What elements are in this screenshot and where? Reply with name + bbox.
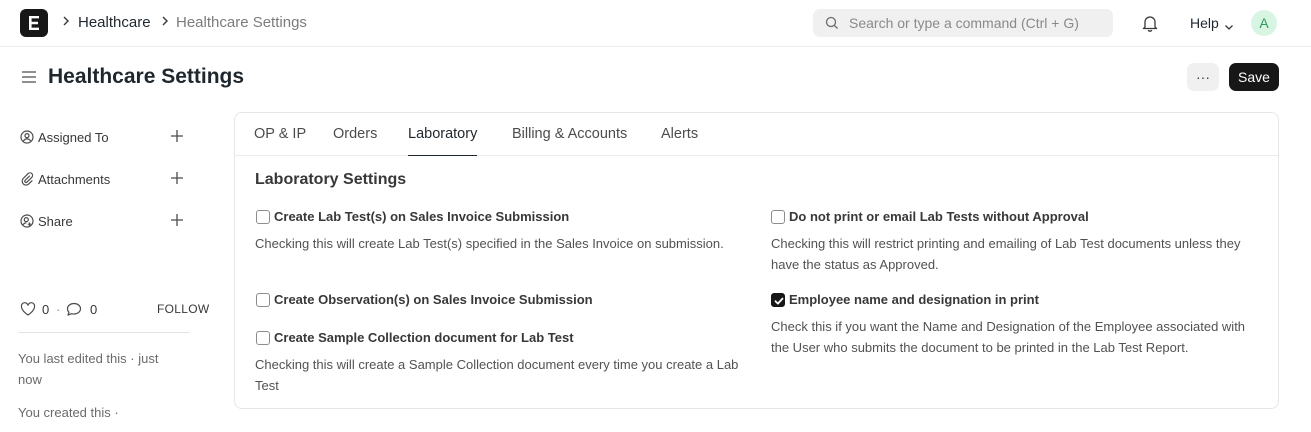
create-sample-collection-label: Create Sample Collection document for La… (274, 330, 574, 345)
tab-orders[interactable]: Orders (333, 126, 377, 156)
sidebar-item-attachments[interactable]: Attachments (20, 169, 190, 191)
sidebar-toggle-icon[interactable] (21, 70, 37, 87)
user-check-icon (20, 130, 34, 147)
comment-icon[interactable] (66, 302, 82, 319)
likes-comments-bar: 0 · 0 FOLLOW (20, 299, 209, 319)
sidebar-item-share[interactable]: Share (20, 211, 190, 233)
bell-icon[interactable] (1142, 14, 1158, 35)
create-observations-checkbox[interactable] (256, 293, 270, 307)
create-sample-collection-checkbox[interactable] (256, 331, 270, 345)
created-note: You created this · (18, 405, 119, 420)
last-edited-note: You last edited this · just now (18, 351, 159, 387)
employee-designation-checkbox-row[interactable]: Employee name and designation in print (771, 292, 1251, 310)
add-assignment-icon[interactable] (170, 129, 184, 146)
create-lab-tests-label: Create Lab Test(s) on Sales Invoice Subm… (274, 209, 570, 224)
create-observations-checkbox-row[interactable]: Create Observation(s) on Sales Invoice S… (256, 292, 736, 310)
paperclip-icon (20, 172, 34, 189)
chevron-down-icon[interactable] (1224, 19, 1234, 34)
page-title: Healthcare Settings (48, 65, 245, 88)
no-print-without-approval-description: Checking this will restrict printing and… (771, 236, 1241, 272)
save-button[interactable]: Save (1229, 63, 1279, 91)
sidebar-item-label: Attachments (38, 172, 111, 187)
create-sample-collection-description: Checking this will create a Sample Colle… (255, 357, 739, 393)
likes-count: 0 (42, 302, 50, 317)
comments-count: 0 (90, 302, 98, 317)
sidebar-item-label: Share (38, 214, 73, 229)
employee-designation-description: Check this if you want the Name and Desi… (771, 319, 1246, 355)
avatar[interactable]: A (1251, 10, 1277, 36)
tab-billing-accounts[interactable]: Billing & Accounts (512, 126, 627, 156)
more-actions-button[interactable]: ··· (1187, 63, 1219, 91)
chevron-right-icon (161, 15, 169, 30)
create-lab-tests-checkbox-row[interactable]: Create Lab Test(s) on Sales Invoice Subm… (256, 209, 736, 227)
navbar: Healthcare Healthcare Settings Search or… (0, 0, 1311, 47)
add-attachment-icon[interactable] (170, 171, 184, 188)
create-lab-tests-checkbox[interactable] (256, 210, 270, 224)
search-icon (825, 16, 839, 33)
sidebar-item-assigned-to[interactable]: Assigned To (20, 127, 190, 149)
no-print-without-approval-checkbox[interactable] (771, 210, 785, 224)
section-title: Laboratory Settings (255, 171, 407, 188)
search-placeholder: Search or type a command (Ctrl + G) (849, 15, 1079, 31)
chevron-right-icon (62, 15, 70, 30)
add-share-icon[interactable] (170, 213, 184, 230)
employee-designation-label: Employee name and designation in print (789, 292, 1039, 307)
sidebar-item-label: Assigned To (38, 130, 109, 145)
tab-laboratory[interactable]: Laboratory (408, 126, 478, 156)
follow-button[interactable]: FOLLOW (157, 302, 209, 316)
tab-alerts[interactable]: Alerts (661, 126, 698, 156)
help-menu[interactable]: Help (1190, 15, 1219, 31)
form-tabs: OP & IP Orders Laboratory Billing & Acco… (235, 113, 1278, 156)
sidebar-divider (18, 332, 190, 333)
create-observations-label: Create Observation(s) on Sales Invoice S… (274, 292, 593, 307)
logo-e-icon (29, 16, 39, 30)
search-input[interactable]: Search or type a command (Ctrl + G) (813, 9, 1113, 37)
breadcrumb-healthcare-settings[interactable]: Healthcare Settings (176, 14, 307, 31)
tab-op-ip[interactable]: OP & IP (254, 126, 306, 156)
share-icon (20, 214, 34, 231)
check-icon (774, 297, 784, 305)
employee-designation-checkbox[interactable] (771, 293, 785, 307)
heart-icon[interactable] (20, 302, 36, 319)
create-lab-tests-description: Checking this will create Lab Test(s) sp… (255, 236, 724, 251)
form-card: OP & IP Orders Laboratory Billing & Acco… (234, 112, 1279, 409)
no-print-without-approval-checkbox-row[interactable]: Do not print or email Lab Tests without … (771, 209, 1251, 227)
breadcrumb-healthcare[interactable]: Healthcare (78, 14, 151, 31)
app-logo[interactable] (20, 9, 48, 37)
create-sample-collection-checkbox-row[interactable]: Create Sample Collection document for La… (256, 330, 736, 348)
separator-dot: · (56, 302, 61, 317)
no-print-without-approval-label: Do not print or email Lab Tests without … (789, 209, 1089, 224)
